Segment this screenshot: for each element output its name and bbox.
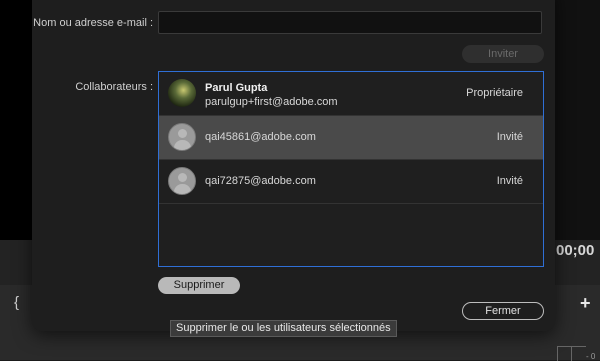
collaborator-email: qai45861@adobe.com [205, 131, 316, 143]
share-dialog: … … … Nom ou adresse e-mail : Inviter Co… [32, 0, 555, 331]
delete-button[interactable]: Supprimer [158, 277, 240, 294]
collaborator-role: Invité [496, 175, 523, 187]
delete-tooltip: Supprimer le ou les utilisateurs sélecti… [170, 320, 397, 337]
email-label: Nom ou adresse e-mail : [33, 17, 153, 29]
add-button-icon[interactable]: + [580, 293, 591, 314]
invite-button[interactable]: Inviter [462, 45, 544, 63]
collaborator-email: qai72875@adobe.com [205, 175, 316, 187]
program-monitor-viewer [0, 0, 32, 240]
collaborator-row-owner[interactable]: Parul Gupta parulgup+first@adobe.com Pro… [159, 72, 543, 116]
grid-icon [557, 346, 586, 361]
collaborator-name: Parul Gupta [205, 82, 268, 94]
in-point-icon[interactable]: { [14, 294, 19, 311]
dialog-subtitle: … … … [36, 0, 72, 1]
collaborator-email: parulgup+first@adobe.com [205, 96, 338, 108]
close-button[interactable]: Fermer [462, 302, 544, 320]
collaborator-role: Propriétaire [466, 87, 523, 99]
collaborators-label: Collaborateurs : [75, 81, 153, 93]
collaborators-list[interactable]: Parul Gupta parulgup+first@adobe.com Pro… [158, 71, 544, 267]
collaborator-role: Invité [496, 131, 523, 143]
collaborator-row[interactable]: qai72875@adobe.com Invité [159, 160, 543, 204]
right-panel [555, 0, 600, 240]
default-user-icon [168, 167, 196, 195]
timecode-display: 00;00 [556, 242, 595, 259]
avatar [168, 79, 196, 107]
collaborator-row-selected[interactable]: qai45861@adobe.com Invité [159, 116, 543, 160]
default-user-icon [168, 123, 196, 151]
email-input[interactable] [158, 11, 542, 34]
